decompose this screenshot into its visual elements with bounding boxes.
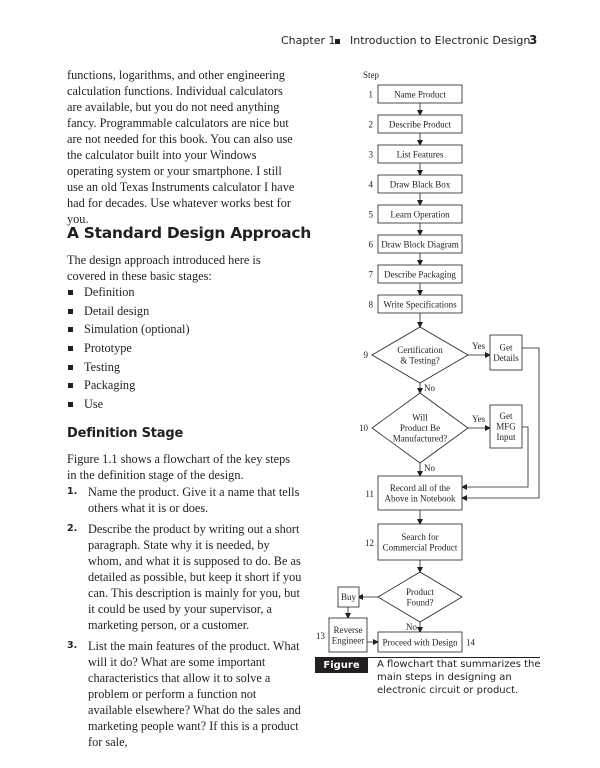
decision-label: Product Be (400, 423, 440, 433)
no-label: No (424, 463, 435, 473)
flowchart-step-number: 9 (364, 350, 369, 360)
decision-label: Product (406, 587, 434, 597)
get-mfg-input-label: Get (500, 411, 513, 421)
figure-caption: A flowchart that summarizes the main ste… (377, 659, 541, 696)
no-label: No (424, 383, 435, 393)
search-commercial-label: Search for (401, 532, 438, 542)
decision-label: Certification (397, 345, 443, 355)
record-notebook-label: Record all of the (390, 483, 450, 493)
no-label: No (406, 622, 417, 632)
step-column-header: Step (363, 70, 380, 80)
get-mfg-input-label: Input (497, 432, 516, 442)
flowchart-step-number: 2 (369, 120, 374, 130)
yes-label: Yes (472, 414, 486, 424)
get-details-label: Get (500, 342, 513, 352)
decision-label: Manufactured? (393, 434, 447, 444)
flowchart-step-number: 10 (359, 423, 369, 433)
decision-label: Will (412, 413, 428, 423)
search-commercial-label: Commercial Product (383, 542, 458, 552)
flowchart-step-number: 7 (369, 270, 374, 280)
flowchart-step-number: 14 (466, 638, 476, 648)
flowchart-step-number: 13 (316, 631, 326, 641)
flowchart-step-label: Draw Block Diagram (381, 240, 458, 250)
flowchart-step-label: Write Specifications (383, 300, 457, 310)
get-mfg-input-label: MFG (496, 422, 516, 432)
decision-label: & Testing? (400, 355, 439, 365)
figure-label: Figure 1.1 (315, 658, 368, 686)
flowchart-step-label: List Features (397, 150, 444, 160)
flowchart-step-label: Describe Product (389, 120, 452, 130)
flowchart-step-number: 4 (369, 180, 374, 190)
flowchart-step-label: Describe Packaging (384, 270, 456, 280)
flowchart-step-label: Name Product (394, 90, 446, 100)
flowchart-step-number: 3 (369, 150, 374, 160)
flowchart-step-number: 11 (365, 489, 374, 499)
proceed-design-label: Proceed with Design (383, 638, 458, 648)
flowchart-step-number: 1 (369, 90, 374, 100)
reverse-engineer-label: Reverse (334, 625, 363, 635)
flowchart: Step Name Product 1 Describe Product 2 List F… (316, 70, 540, 653)
flowchart-step-number: 5 (369, 210, 374, 220)
yes-label: Yes (472, 341, 486, 351)
flowchart-step-number: 6 (369, 240, 374, 250)
buy-label: Buy (341, 592, 357, 602)
get-details-label: Details (493, 353, 519, 363)
reverse-engineer-label: Engineer (332, 635, 364, 645)
flowchart-step-number: 8 (369, 300, 374, 310)
flowchart-step-label: Learn Operation (390, 210, 450, 220)
flowchart-step-number: 12 (365, 538, 374, 548)
decision-label: Found? (407, 597, 434, 607)
record-notebook-label: Above in Notebook (385, 493, 456, 503)
flowchart-step-label: Draw Black Box (390, 180, 451, 190)
figure-1-1: Step Name Product 1 Describe Product 2 List F… (0, 0, 600, 768)
